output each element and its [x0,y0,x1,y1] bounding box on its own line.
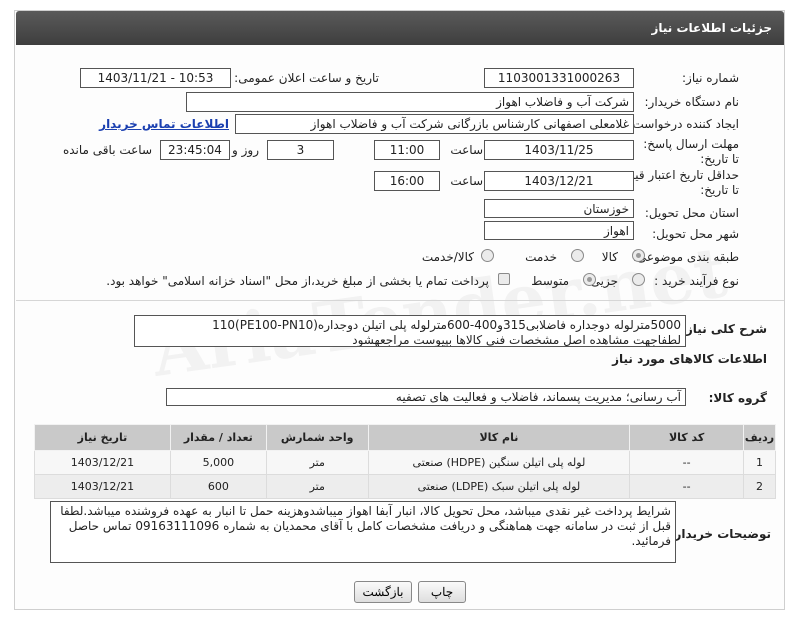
cell-need-date: 1403/12/21 [34,450,171,475]
price-validity-date: 1403/12/21 [484,171,634,191]
cell-unit: متر [265,474,369,499]
need-number-label: شماره نیاز: [682,71,739,85]
col-unit: واحد شمارش [265,424,369,451]
goods-table: ردیف کد کالا نام کالا واحد شمارش تعداد /… [34,424,776,499]
panel-title: جزئیات اطلاعات نیاز [16,11,784,45]
col-item-code: کد کالا [629,424,745,451]
category-option-goods: کالا [601,250,618,264]
treasury-payment-note: پرداخت تمام یا بخشی از مبلغ خرید،از محل … [106,274,489,288]
table-row: 2 -- لوله پلی اتیلن سبک (LDPE) صنعتی متر… [34,474,776,499]
general-desc-line-2: لطفاجهت مشاهده اصل مشخصات فنی کالاها بپی… [352,333,681,347]
reply-deadline-time: 11:00 [374,140,440,160]
col-need-date: تاریخ نیاز [34,424,171,451]
goods-group-label: گروه کالا: [708,391,767,405]
delivery-city-label: شهر محل تحویل: [652,227,739,241]
table-header-row: ردیف کد کالا نام کالا واحد شمارش تعداد /… [34,424,776,451]
reply-deadline-date: 1403/11/25 [484,140,634,160]
cell-unit: متر [265,450,369,475]
cell-quantity: 5,000 [169,450,267,475]
reply-deadline-time-label: ساعت [450,143,483,157]
requester-label: ایجاد کننده درخواست: [628,117,739,131]
reply-days-label: روز و [232,143,259,157]
process-radio-minor[interactable] [632,273,645,286]
goods-info-title: اطلاعات کالاهای مورد نیاز [612,352,767,366]
category-label: طبقه بندی موضوعی: [632,250,739,264]
buyer-org-label: نام دستگاه خریدار: [644,95,740,109]
remaining-time-label: ساعت باقی مانده [62,143,152,157]
process-option-medium: متوسط [531,274,569,288]
process-type-label: نوع فرآیند خرید : [654,274,739,288]
category-radio-service[interactable] [571,249,584,262]
cell-item-name: لوله پلی اتیلن سبک (LDPE) صنعتی [367,474,631,499]
delivery-city-field: اهواز [484,221,634,240]
remaining-time-field: 23:45:04 [160,140,230,160]
price-validity-time-label: ساعت [450,174,483,188]
cell-quantity: 600 [169,474,267,499]
col-item-name: نام کالا [367,424,631,451]
treasury-payment-checkbox[interactable] [498,273,510,285]
print-button[interactable]: چاپ [418,581,466,603]
buyer-notes-label: توضیحات خریدار: [669,527,771,541]
category-option-goods-service: کالا/خدمت [421,250,474,264]
process-radio-medium[interactable] [583,273,596,286]
section-divider [16,300,784,301]
category-option-service: خدمت [525,250,557,264]
delivery-province-label: استان محل تحویل: [644,206,739,220]
requester-field: غلامعلی اصفهانی کارشناس بازرگانی شرکت آب… [235,114,634,134]
general-desc-label: شرح کلی نیاز: [681,322,767,336]
announce-date-label: تاریخ و ساعت اعلان عمومی: [234,71,379,85]
cell-item-code: -- [629,450,745,475]
col-quantity: تعداد / مقدار [169,424,267,451]
reply-days-field: 3 [267,140,334,160]
delivery-province-field: خوزستان [484,199,634,218]
buyer-contact-link[interactable]: اطلاعات تماس خریدار [99,117,229,131]
need-number-field: 1103001331000263 [484,68,634,88]
table-row: 1 -- لوله پلی اتیلن سنگین (HDPE) صنعتی م… [34,450,776,475]
cell-row-number: 1 [743,450,776,475]
category-radio-goods[interactable] [632,249,645,262]
reply-deadline-label: مهلت ارسال پاسخ: تا تاریخ: [643,137,739,166]
announce-date-field: 1403/11/21 - 10:53 [80,68,231,88]
goods-group-field: آب رسانی؛ مدیریت پسماند، فاضلاب و فعالیت… [166,388,686,406]
col-row-number: ردیف [743,424,776,451]
cell-item-code: -- [629,474,745,499]
cell-item-name: لوله پلی اتیلن سنگین (HDPE) صنعتی [367,450,631,475]
general-desc-line-1: 5000متر‌لوله دوجداره فاضلابی315و400-600م… [212,318,681,332]
back-button[interactable]: بازگشت [354,581,412,603]
price-validity-time: 16:00 [374,171,440,191]
page: جزئیات اطلاعات نیاز AriaTender.net شماره… [0,0,789,620]
cell-need-date: 1403/12/21 [34,474,171,499]
buyer-notes-field: شرایط پرداخت غیر نقدی میباشد، محل تحویل … [50,501,676,563]
buyer-org-field: شرکت آب و فاضلاب اهواز [186,92,634,112]
category-radio-goods-service[interactable] [481,249,494,262]
general-desc-field: 5000متر‌لوله دوجداره فاضلابی315و400-600م… [134,315,686,347]
cell-row-number: 2 [743,474,776,499]
